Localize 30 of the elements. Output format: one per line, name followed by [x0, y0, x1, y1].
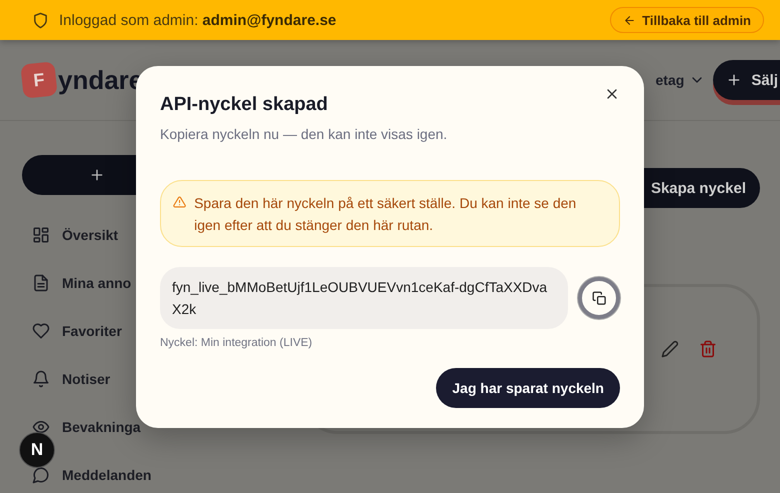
arrow-left-icon — [623, 14, 636, 26]
sidebar-item[interactable]: Mina anno — [62, 275, 132, 291]
sell-button[interactable]: Sälj — [713, 60, 780, 100]
sidebar-item[interactable]: Favoriter — [62, 323, 122, 339]
pencil-icon — [661, 340, 679, 358]
grid-icon — [32, 226, 50, 244]
sidebar-item[interactable]: Bevakninga — [62, 419, 141, 435]
sidebar-item[interactable]: Notiser — [62, 371, 110, 387]
menu-dropdown[interactable]: etag — [656, 72, 706, 88]
back-to-admin-button[interactable]: Tillbaka till admin — [610, 7, 764, 33]
sidebar-item[interactable]: Översikt — [62, 227, 118, 243]
sidebar-item[interactable]: Meddelanden — [62, 467, 152, 483]
logo-mark[interactable]: F — [20, 61, 58, 99]
shield-icon — [32, 12, 49, 28]
dev-badge[interactable]: N — [19, 432, 55, 468]
dialog-title: API-nyckel skapad — [160, 94, 328, 116]
dialog-subtitle: Kopiera nyckeln nu — den kan inte visas igen. — [160, 126, 448, 142]
copy-icon — [592, 290, 606, 306]
chat-icon — [32, 466, 50, 484]
bell-icon — [32, 370, 50, 388]
confirm-button[interactable]: Jag har sparat nyckeln — [436, 368, 620, 408]
admin-notice: Inloggad som admin: admin@fyndare.se — [59, 12, 336, 28]
trash-icon — [699, 340, 717, 358]
document-icon — [32, 274, 50, 292]
key-caption: Nyckel: Min integration (LIVE) — [160, 337, 314, 349]
api-key-field[interactable]: fyn_live_bMMoBetUjf1LeOUBVUEVvn1ceKaf-dgCfTaXXDvaX2k — [160, 267, 568, 329]
heart-icon — [32, 322, 50, 340]
warning-text: Spara den här nyckeln på ett säkert ställe. Du kan inte se den igen efter att du stänger den här rutan. — [194, 194, 578, 235]
copy-button[interactable] — [578, 277, 620, 319]
plus-icon — [89, 167, 105, 183]
